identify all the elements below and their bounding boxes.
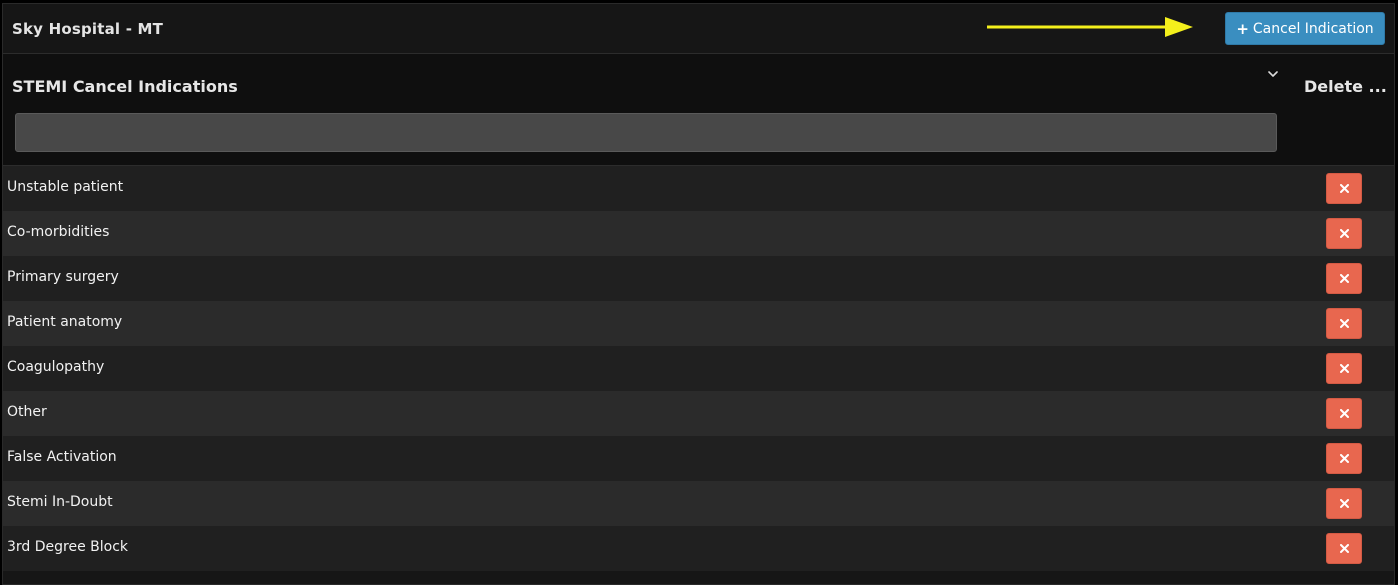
- delete-button[interactable]: [1326, 533, 1362, 564]
- row-label: Patient anatomy: [7, 314, 123, 330]
- table-row: Unstable patient: [3, 166, 1394, 211]
- chevron-down-icon[interactable]: [1266, 67, 1280, 81]
- delete-button[interactable]: [1326, 308, 1362, 339]
- row-label: Stemi In-Doubt: [7, 494, 113, 510]
- row-label: Primary surgery: [7, 269, 119, 285]
- row-label: 3rd Degree Block: [7, 539, 129, 555]
- filter-input[interactable]: [15, 113, 1277, 152]
- indications-list: Unstable patient Co-morbidities Primary …: [3, 166, 1394, 571]
- row-label: False Activation: [7, 449, 117, 465]
- row-label: Coagulopathy: [7, 359, 105, 375]
- delete-button[interactable]: [1326, 263, 1362, 294]
- delete-button[interactable]: [1326, 173, 1362, 204]
- close-icon: [1339, 274, 1349, 283]
- table-row: Patient anatomy: [3, 301, 1394, 346]
- app-window: Sky Hospital - MT + Cancel Indication ST…: [2, 3, 1395, 585]
- add-button-label: Cancel Indication: [1252, 20, 1374, 37]
- annotation-arrow: [987, 17, 1193, 37]
- table-row: Primary surgery: [3, 256, 1394, 301]
- page-title: Sky Hospital - MT: [12, 20, 164, 38]
- close-icon: [1339, 364, 1349, 373]
- close-icon: [1339, 184, 1349, 193]
- table-row: Coagulopathy: [3, 346, 1394, 391]
- delete-button[interactable]: [1326, 218, 1362, 249]
- table-row: Co-morbidities: [3, 211, 1394, 256]
- column-header-delete: Delete ...: [1304, 77, 1387, 96]
- delete-button[interactable]: [1326, 398, 1362, 429]
- delete-button[interactable]: [1326, 353, 1362, 384]
- add-cancel-indication-button[interactable]: + Cancel Indication: [1225, 12, 1385, 45]
- row-label: Unstable patient: [7, 179, 124, 195]
- table-header: STEMI Cancel Indications Delete ...: [3, 54, 1394, 166]
- row-label: Co-morbidities: [7, 224, 110, 240]
- close-icon: [1339, 229, 1349, 238]
- close-icon: [1339, 454, 1349, 463]
- row-label: Other: [7, 404, 47, 420]
- table-row: False Activation: [3, 436, 1394, 481]
- close-icon: [1339, 544, 1349, 553]
- table-row: Stemi In-Doubt: [3, 481, 1394, 526]
- title-bar: Sky Hospital - MT + Cancel Indication: [3, 4, 1394, 54]
- close-icon: [1339, 319, 1349, 328]
- delete-button[interactable]: [1326, 443, 1362, 474]
- column-header-indications[interactable]: STEMI Cancel Indications: [12, 77, 238, 96]
- close-icon: [1339, 499, 1349, 508]
- close-icon: [1339, 409, 1349, 418]
- plus-icon: +: [1236, 19, 1249, 38]
- table-row: 3rd Degree Block: [3, 526, 1394, 571]
- delete-button[interactable]: [1326, 488, 1362, 519]
- table-row: Other: [3, 391, 1394, 436]
